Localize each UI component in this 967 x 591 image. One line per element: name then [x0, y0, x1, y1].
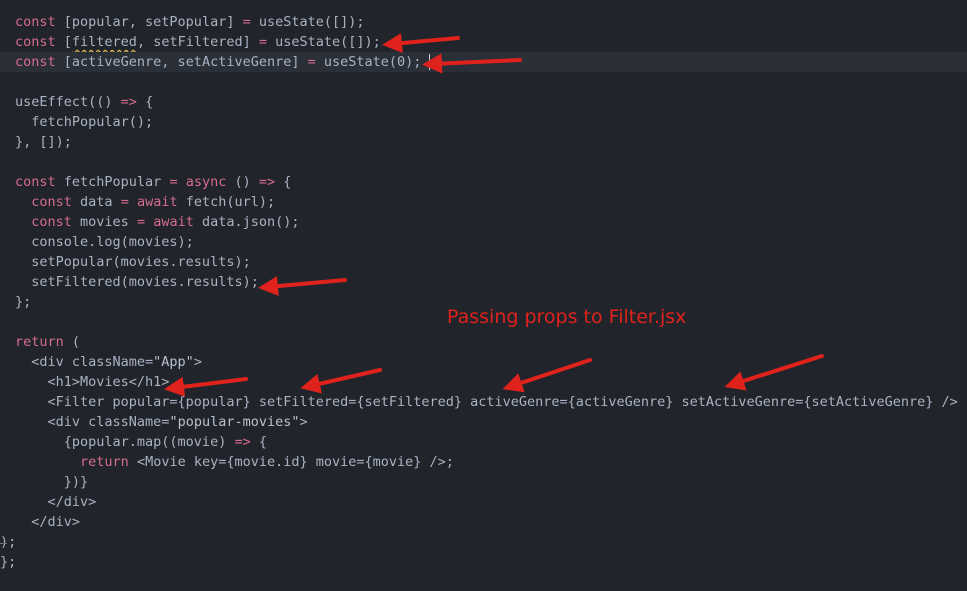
arrow-filtered-icon — [382, 33, 460, 54]
arrow-h1-icon — [164, 376, 248, 397]
arrow-active-genre-icon — [422, 53, 522, 74]
arrow-popular-prop-icon — [300, 368, 382, 394]
arrow-set-filtered-icon — [258, 276, 347, 297]
arrow-set-filtered-prop-icon — [502, 358, 592, 393]
annotation-arrows — [164, 33, 824, 397]
arrow-set-active-genre-prop-icon — [724, 354, 824, 391]
gutter-fold-marker — [0, 543, 7, 544]
